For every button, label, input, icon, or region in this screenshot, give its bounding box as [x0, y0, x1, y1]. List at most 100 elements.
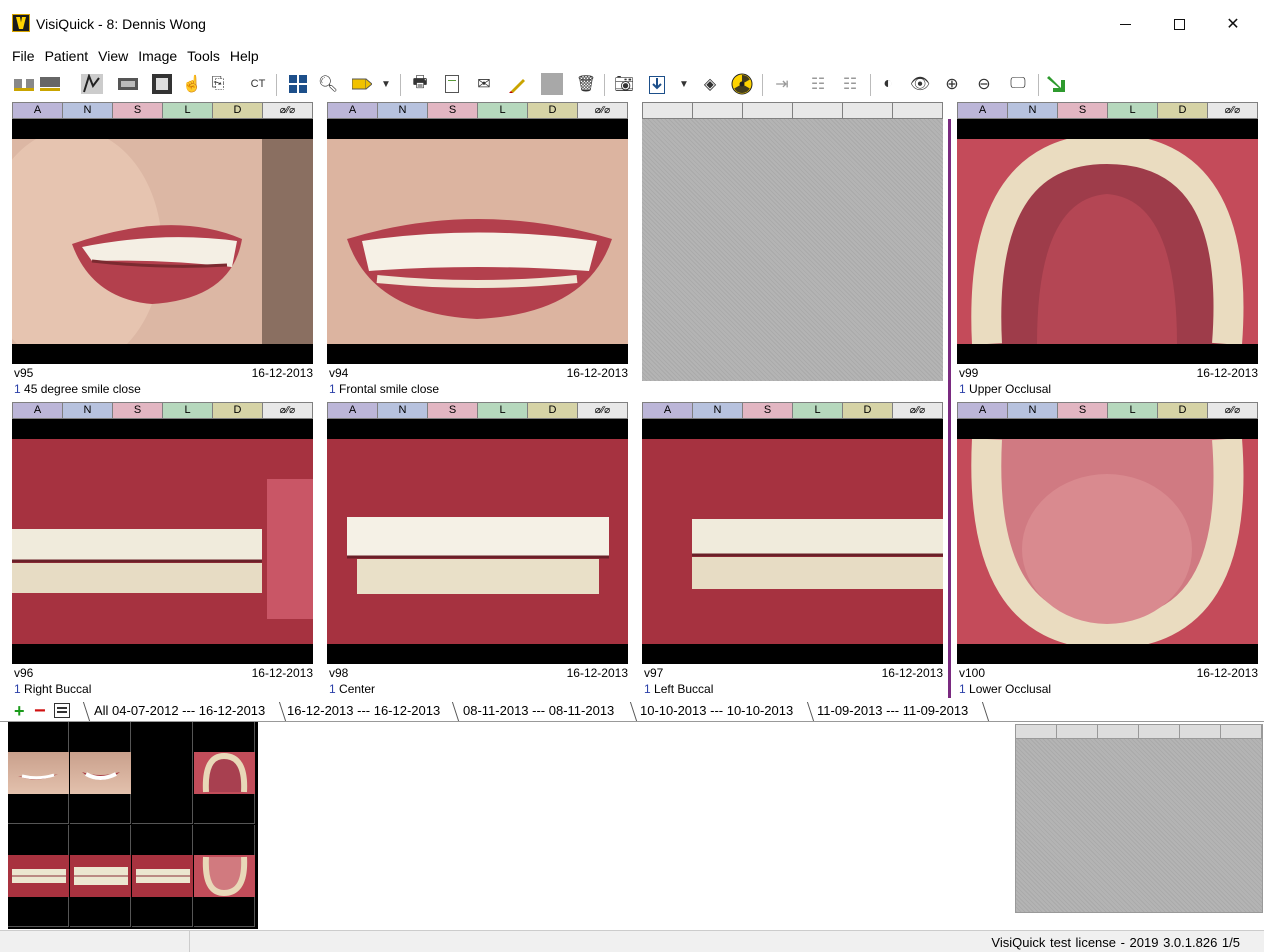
tag-s[interactable]: S	[113, 403, 163, 418]
tag-link-icon[interactable]: ⌀⁄⁄⌀	[1208, 103, 1257, 118]
tab-08-11-2013[interactable]: 08-11-2013 --- 08-11-2013	[463, 703, 614, 718]
tag-l[interactable]: L	[163, 403, 213, 418]
photo-icon[interactable]	[150, 72, 174, 96]
tag-n[interactable]: N	[1008, 103, 1058, 118]
tray-icon[interactable]	[38, 72, 62, 96]
tag-a[interactable]: A	[13, 403, 63, 418]
thumbnail-frontal-smile[interactable]	[70, 722, 131, 824]
tag-a[interactable]: A	[958, 403, 1008, 418]
tag-l[interactable]: L	[1108, 103, 1158, 118]
tab-properties-icon[interactable]	[54, 703, 70, 718]
thumbnail-right-buccal[interactable]	[8, 825, 69, 927]
tag-l[interactable]: L	[793, 403, 843, 418]
maximize-button[interactable]	[1156, 8, 1202, 40]
tag-n[interactable]: N	[378, 403, 428, 418]
tag-d[interactable]: D	[843, 403, 893, 418]
mail-icon[interactable]: ✉	[472, 72, 496, 96]
image-cell-upper-occlusal[interactable]: A N S L D ⌀⁄⁄⌀ v99 16-12-2013 1 Upper Occlusal	[957, 102, 1260, 398]
dental-photo[interactable]	[642, 419, 943, 664]
camera-icon[interactable]: 📷︎	[612, 72, 636, 96]
xray-icon[interactable]	[116, 72, 140, 96]
eye-icon[interactable]: 👁︎	[908, 72, 932, 96]
zoom-icon[interactable]: 🔍︎	[316, 72, 340, 96]
dropdown-icon[interactable]: ▼	[374, 72, 398, 96]
menu-tools[interactable]: Tools	[182, 46, 225, 68]
tag-l[interactable]: L	[478, 103, 528, 118]
remove-tab-button[interactable]: −	[34, 700, 46, 723]
stamp-icon[interactable]: ◈	[698, 72, 722, 96]
export-icon[interactable]: ⇥	[770, 72, 794, 96]
import-icon[interactable]	[646, 72, 670, 96]
tab-10-10-2013[interactable]: 10-10-2013 --- 10-10-2013	[640, 703, 793, 718]
thumbnail-left-buccal[interactable]	[132, 825, 193, 927]
gray-square-icon[interactable]	[540, 72, 564, 96]
grid-divider[interactable]	[948, 119, 951, 698]
tab-all[interactable]: All 04-07-2012 --- 16-12-2013	[94, 703, 265, 718]
tag-d[interactable]: D	[528, 403, 578, 418]
trash-icon[interactable]: 🗑︎	[574, 72, 598, 96]
contrast-icon[interactable]: ◐	[876, 72, 900, 96]
grid-icon[interactable]	[286, 72, 310, 96]
zoom-out-icon[interactable]: ⊖	[972, 72, 996, 96]
tag-n[interactable]: N	[1008, 403, 1058, 418]
tag-link-icon[interactable]: ⌀⁄⁄⌀	[263, 103, 312, 118]
dropdown-icon[interactable]: ▼	[672, 72, 696, 96]
copy-icon[interactable]: ⎘	[206, 72, 230, 96]
list-icon[interactable]: ☷	[806, 72, 830, 96]
thumbnail-empty[interactable]	[132, 722, 193, 824]
tag-link-icon[interactable]: ⌀⁄⁄⌀	[578, 403, 627, 418]
tag-s[interactable]: S	[743, 403, 793, 418]
ceph-icon[interactable]	[80, 72, 104, 96]
tag-l[interactable]: L	[1108, 403, 1158, 418]
tag-icon[interactable]	[350, 72, 374, 96]
zoom-in-icon[interactable]: ⊕	[940, 72, 964, 96]
tag-d[interactable]: D	[213, 103, 263, 118]
tag-s[interactable]: S	[1058, 103, 1108, 118]
tag-d[interactable]: D	[213, 403, 263, 418]
dental-photo[interactable]	[327, 119, 628, 364]
image-cell-left-buccal[interactable]: A N S L D ⌀⁄⁄⌀ v97 16-12-2013 1 Left Buccal	[642, 402, 945, 698]
thumbnail-45-smile[interactable]	[8, 722, 69, 824]
list2-icon[interactable]: ☷	[838, 72, 862, 96]
dental-photo[interactable]	[957, 419, 1258, 664]
arrow-icon[interactable]	[1046, 72, 1070, 96]
tag-s[interactable]: S	[428, 103, 478, 118]
menu-image[interactable]: Image	[133, 46, 182, 68]
close-button[interactable]: ✕	[1210, 8, 1256, 40]
tag-n[interactable]: N	[63, 403, 113, 418]
ct-icon[interactable]: CT	[246, 72, 270, 96]
tag-d[interactable]: D	[1158, 403, 1208, 418]
tag-link-icon[interactable]: ⌀⁄⁄⌀	[578, 103, 627, 118]
image-cell-empty-slot[interactable]	[642, 102, 945, 398]
tag-d[interactable]: D	[528, 103, 578, 118]
tab-16-12-2013[interactable]: 16-12-2013 --- 16-12-2013	[287, 703, 440, 718]
image-cell-frontal-smile[interactable]: A N S L D ⌀⁄⁄⌀ v94 16-12-2013 1 Frontal smile cl…	[327, 102, 630, 398]
tag-a[interactable]: A	[328, 103, 378, 118]
document-icon[interactable]	[440, 72, 464, 96]
print-icon[interactable]: 🖶	[408, 72, 432, 96]
radiation-icon[interactable]	[730, 72, 754, 96]
tag-link-icon[interactable]: ⌀⁄⁄⌀	[893, 403, 942, 418]
thumbnail-center[interactable]	[70, 825, 131, 927]
dental-photo[interactable]	[12, 419, 313, 664]
menu-patient[interactable]: Patient	[40, 46, 94, 68]
image-cell-right-buccal[interactable]: A N S L D ⌀⁄⁄⌀ v96 16-12-2013 1 Right Buccal	[12, 402, 315, 698]
menu-file[interactable]: File	[0, 46, 40, 68]
image-cell-45-degree-smile[interactable]: A N S L D ⌀⁄⁄⌀ v95 16-12-2013 1 45 degree smile …	[12, 102, 315, 398]
tag-a[interactable]: A	[328, 403, 378, 418]
image-cell-lower-occlusal[interactable]: A N S L D ⌀⁄⁄⌀ v100 16-12-2013 1 Lower Occlusal	[957, 402, 1260, 698]
tag-d[interactable]: D	[1158, 103, 1208, 118]
dental-photo[interactable]	[12, 119, 313, 364]
minimize-button[interactable]	[1102, 8, 1148, 40]
tag-n[interactable]: N	[378, 103, 428, 118]
add-tab-button[interactable]: +	[14, 701, 25, 722]
tag-link-icon[interactable]: ⌀⁄⁄⌀	[1208, 403, 1257, 418]
pen-icon[interactable]	[506, 72, 530, 96]
strip-icon[interactable]	[12, 72, 36, 96]
menu-view[interactable]: View	[93, 46, 133, 68]
dental-photo[interactable]	[957, 119, 1258, 364]
tag-n[interactable]: N	[63, 103, 113, 118]
tag-s[interactable]: S	[1058, 403, 1108, 418]
tag-a[interactable]: A	[643, 403, 693, 418]
monitor-icon[interactable]: 🖵	[1006, 72, 1030, 96]
